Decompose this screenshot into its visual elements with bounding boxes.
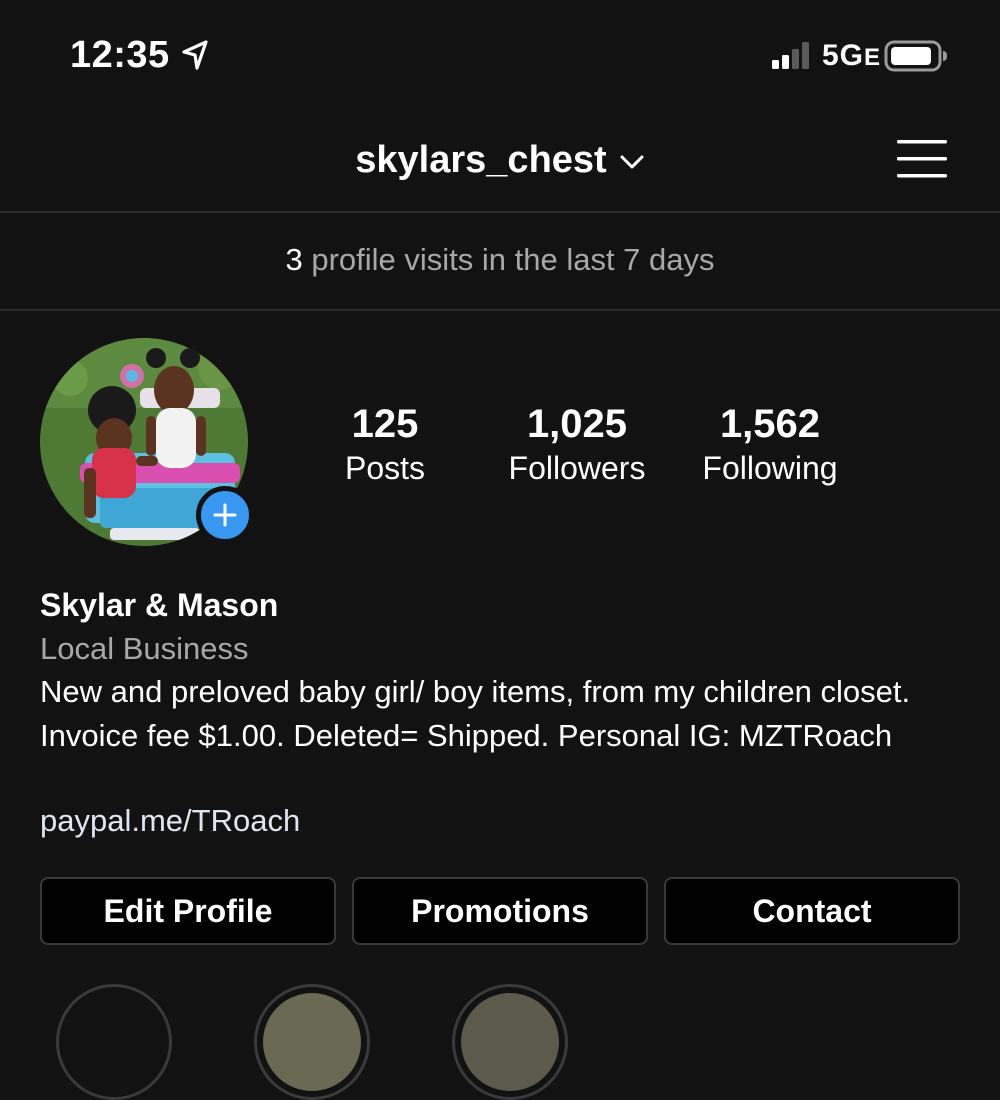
profile-display-name: Skylar & Mason [40,587,279,623]
account-switcher[interactable]: skylars_chest [0,130,1000,190]
story-highlight-new[interactable] [56,984,172,1100]
followers-stat[interactable]: 1,025 Followers [497,400,657,488]
insights-divider [0,309,1000,311]
highlight-cover [461,993,559,1091]
add-story-button[interactable] [196,486,254,544]
story-highlight[interactable] [452,984,568,1100]
header-divider [0,211,1000,213]
battery-icon [884,40,947,72]
profile-bio: New and preloved baby girl/ boy items, f… [40,674,911,753]
story-highlight[interactable] [254,984,370,1100]
posts-label: Posts [344,450,426,486]
profile-website-link[interactable]: paypal.me/TRoach [40,800,300,842]
profile-visits-count: 3 [285,242,303,277]
profile-visits-banner[interactable]: 3 profile visits in the last 7 days [0,232,1000,288]
following-stat[interactable]: 1,562 Following [690,400,850,488]
highlight-cover [65,993,163,1091]
cellular-signal-icon [772,42,809,69]
posts-stat[interactable]: 125 Posts [325,400,445,488]
following-count: 1,562 [719,402,821,446]
followers-count: 1,025 [526,402,628,446]
network-type: 5G [822,39,865,72]
network-type-label: 5GE [822,36,881,78]
edit-profile-button[interactable]: Edit Profile [40,877,336,945]
promotions-button[interactable]: Promotions [352,877,648,945]
status-time: 12:35 [70,34,170,76]
posts-count: 125 [351,402,419,446]
profile-category: Local Business [40,631,249,666]
network-suffix: E [864,44,882,71]
contact-button[interactable]: Contact [664,877,960,945]
highlight-cover [263,993,361,1091]
chevron-down-icon[interactable] [619,152,645,172]
location-arrow-icon [182,40,208,70]
hamburger-menu-icon[interactable] [895,136,949,182]
plus-icon [213,503,237,527]
followers-label: Followers [508,450,646,486]
following-label: Following [702,450,838,486]
profile-visits-text: profile visits in the last 7 days [302,242,715,277]
profile-username[interactable]: skylars_chest [355,130,606,190]
